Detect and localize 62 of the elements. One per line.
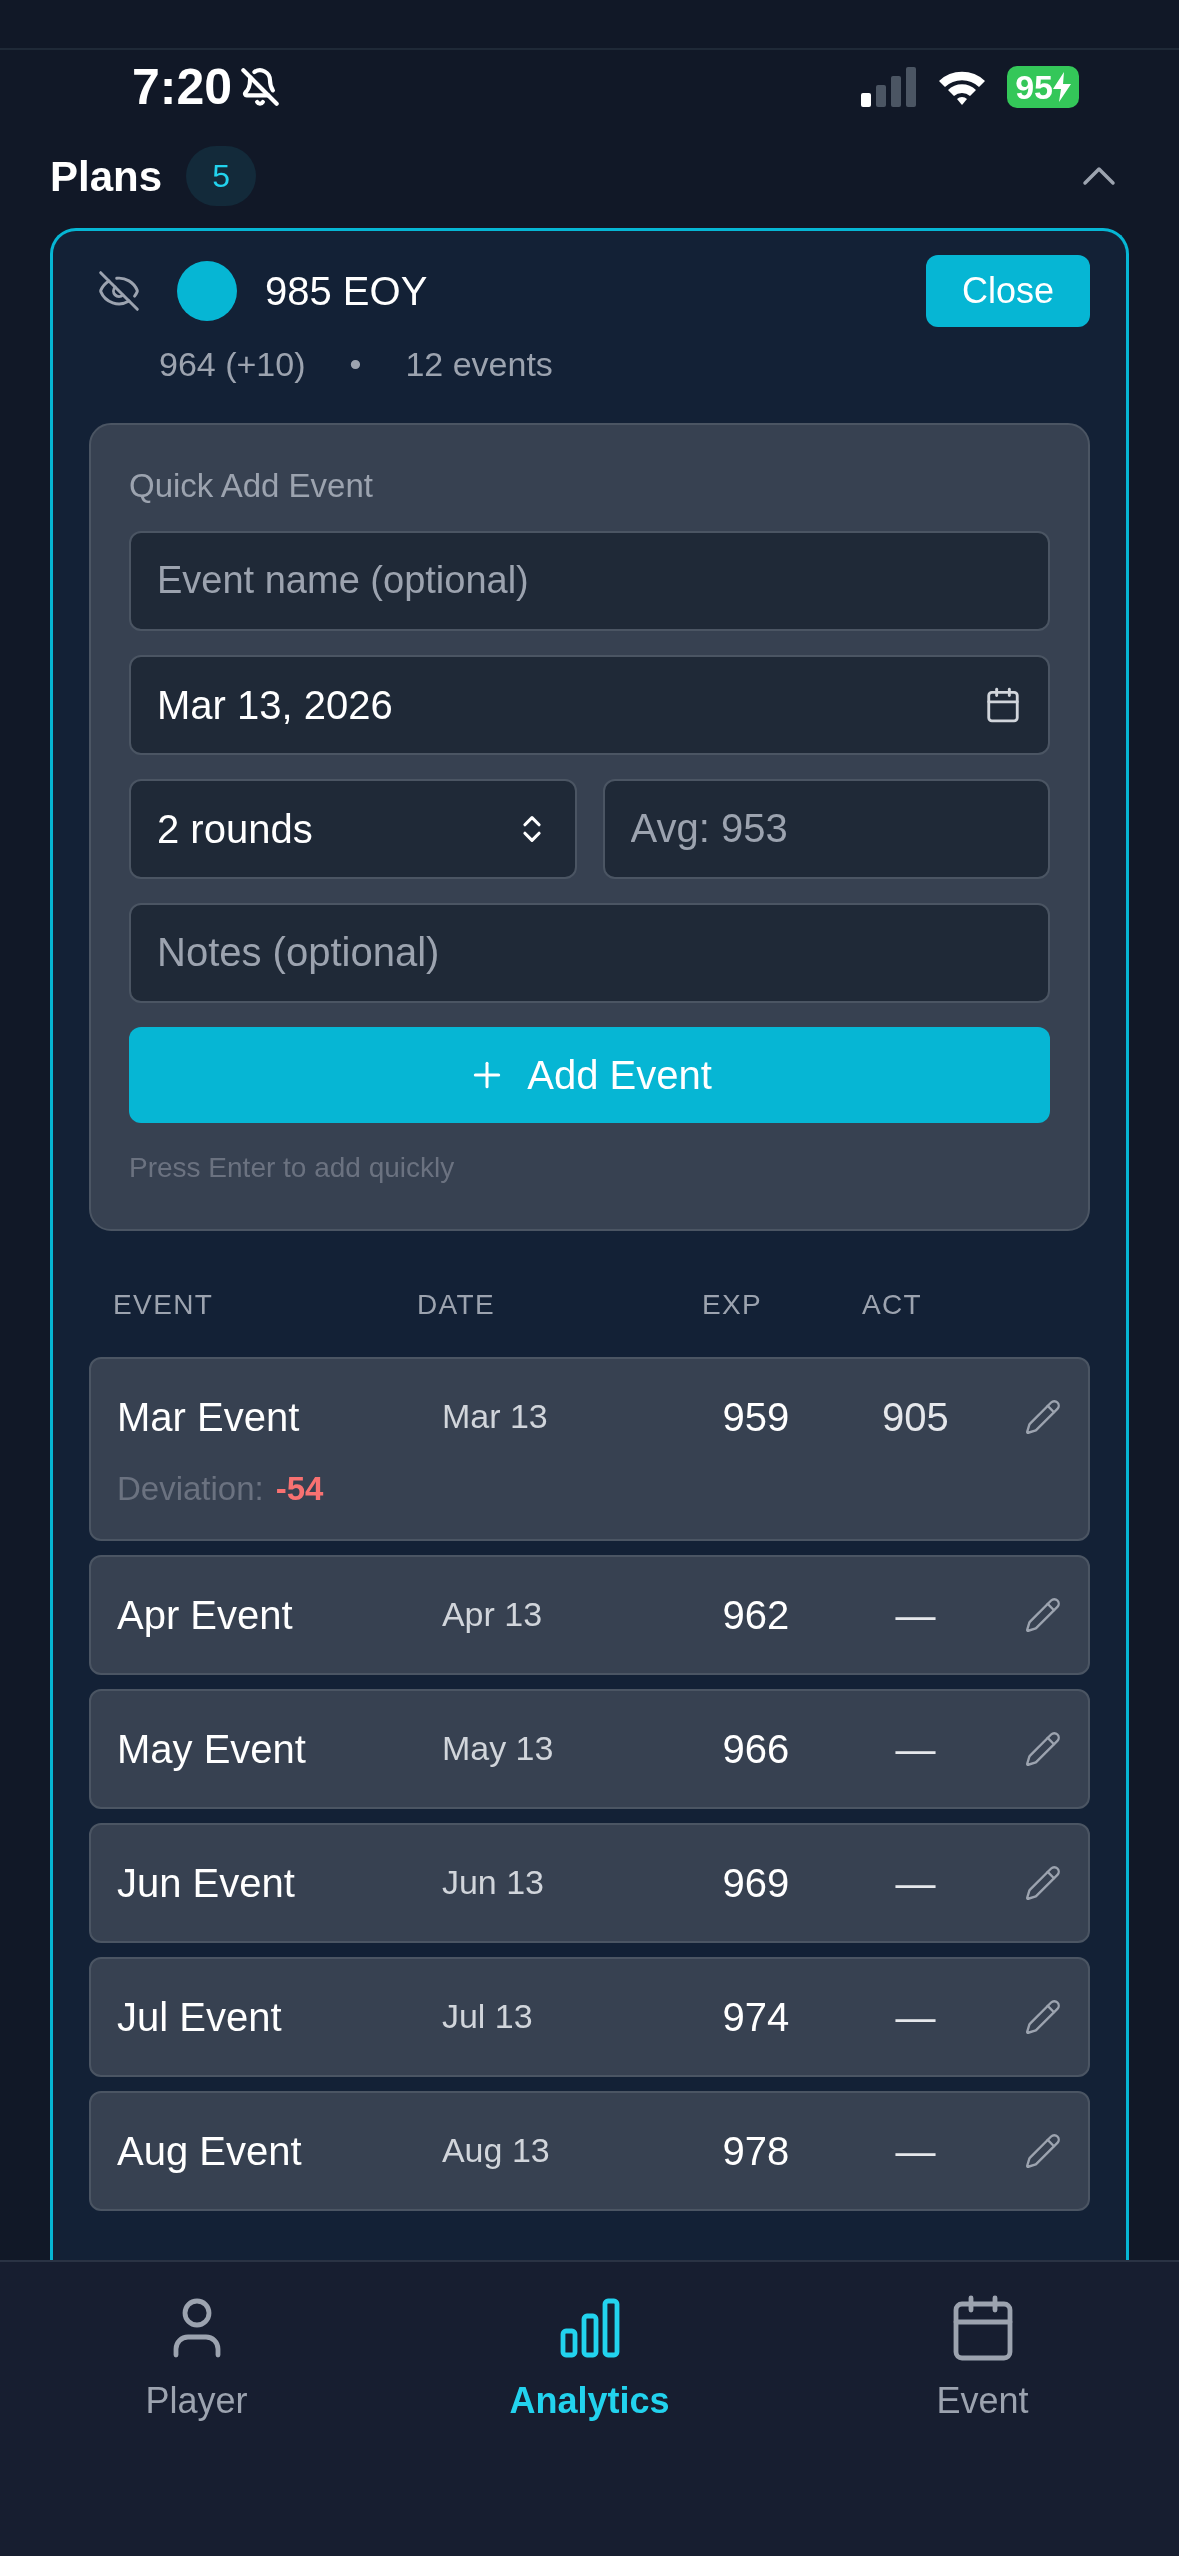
event-date: Mar 13 [441, 1396, 549, 1437]
event-name: May Event [117, 1725, 307, 1773]
event-date: Apr 13 [441, 1594, 544, 1635]
column-header: EXP [700, 1287, 764, 1322]
actual-value: — [894, 2127, 937, 2175]
bolt-icon [1053, 72, 1071, 102]
bell-muted-icon [240, 67, 281, 107]
pencil-icon[interactable] [1024, 1863, 1062, 1902]
pencil-icon[interactable] [1024, 1729, 1062, 1768]
expected-value: 978 [721, 2127, 791, 2175]
event-count: 12 events [405, 343, 553, 385]
notes-field[interactable]: Notes (optional) [129, 902, 1050, 1003]
event-name: Jul Event [117, 1993, 283, 2041]
expected-value: 959 [721, 1393, 791, 1441]
status-time: 7:20 [132, 57, 233, 117]
event-name: Jun Event [117, 1859, 296, 1907]
nav-tab[interactable]: Player [0, 2292, 393, 2442]
battery-indicator: 95 [1007, 66, 1079, 108]
nav-tab[interactable]: Analytics [393, 2292, 786, 2442]
date-field[interactable]: Mar 13, 2026 [129, 654, 1050, 755]
separator-dot: • [349, 343, 362, 385]
column-header: EVENT [112, 1287, 215, 1322]
event-row[interactable]: May Event May 13 966 — [89, 1688, 1090, 1809]
average-field[interactable]: Avg: 953 [602, 778, 1050, 879]
event-row[interactable]: Jul Event Jul 13 974 — [89, 1956, 1090, 2077]
event-date: Aug 13 [441, 2130, 551, 2171]
pencil-icon[interactable] [1024, 2131, 1062, 2170]
event-name-field[interactable]: Event name (optional) [129, 530, 1050, 631]
eye-hidden-icon[interactable] [97, 269, 141, 313]
panel-title: Quick Add Event [129, 466, 374, 506]
event-name: Mar Event [117, 1393, 301, 1441]
plan-rating: 964 (+10) [159, 343, 306, 385]
event-name: Aug Event [117, 2127, 303, 2175]
nav-tab[interactable]: Event [786, 2292, 1179, 2442]
deviation-value: -54 [275, 1468, 324, 1509]
count-badge: 5 [186, 146, 257, 206]
expected-value: 969 [721, 1859, 791, 1907]
column-header: DATE [417, 1287, 497, 1322]
event-date: Jul 13 [441, 1996, 534, 2037]
pencil-icon[interactable] [1024, 1997, 1062, 2036]
actual-value: — [894, 1591, 937, 1639]
expected-value: 974 [721, 1993, 791, 2041]
event-row[interactable]: Jun Event Jun 13 969 — [89, 1822, 1090, 1943]
pencil-icon[interactable] [1024, 1595, 1062, 1634]
rounds-select[interactable]: 2 rounds [129, 778, 577, 879]
actual-value: — [894, 1993, 937, 2041]
expected-value: 966 [721, 1725, 791, 1773]
pencil-icon[interactable] [1024, 1397, 1062, 1436]
event-date: May 13 [441, 1728, 555, 1769]
event-row[interactable]: Apr Event Apr 13 962 — [89, 1554, 1090, 1675]
actual-value: — [894, 1725, 937, 1773]
section-title: Plans [50, 151, 163, 202]
actual-value: — [894, 1859, 937, 1907]
column-header: ACT [860, 1287, 924, 1322]
expected-value: 962 [721, 1591, 791, 1639]
event-date: Jun 13 [441, 1862, 546, 1903]
actual-value: 905 [881, 1393, 950, 1441]
plan-name: 985 EOY [265, 268, 428, 315]
signal-icon [861, 67, 918, 107]
calendar-icon [984, 685, 1022, 724]
event-name: Apr Event [117, 1591, 294, 1639]
event-row[interactable]: Aug Event Aug 13 978 — [89, 2090, 1090, 2211]
